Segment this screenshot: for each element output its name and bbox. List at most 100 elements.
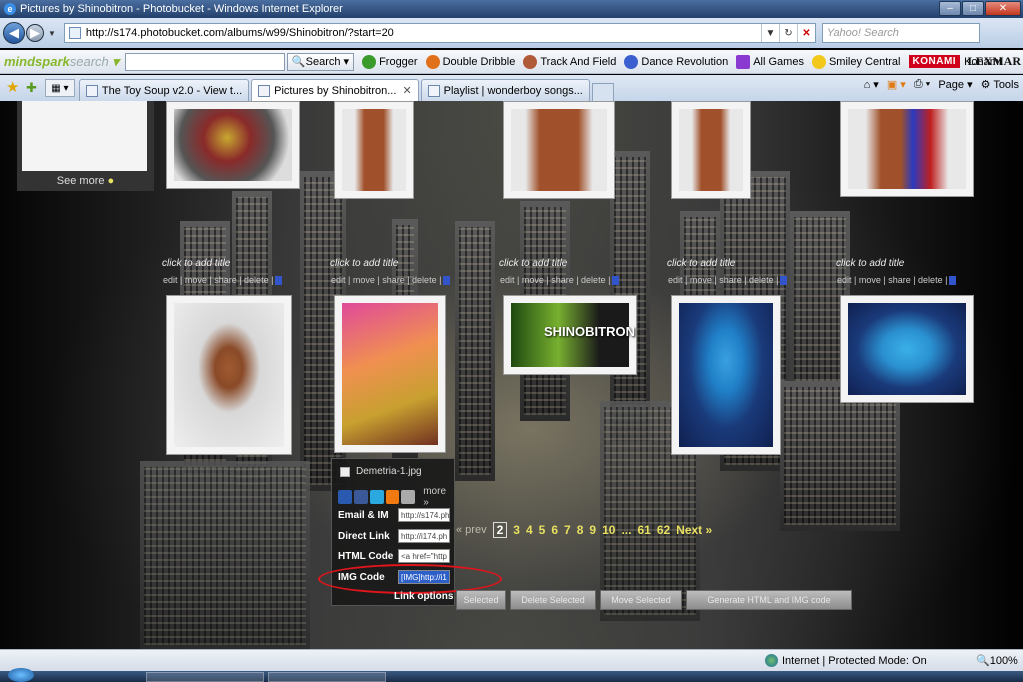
select-checkbox[interactable]: [340, 466, 350, 477]
photo-actions[interactable]: edit | move | share | delete |: [837, 275, 957, 286]
info-icon[interactable]: [612, 276, 620, 286]
toolbar-link-frogger[interactable]: Frogger: [362, 54, 418, 69]
close-tab-icon[interactable]: ✕: [402, 84, 411, 97]
photo-caption[interactable]: click to add title: [330, 258, 398, 269]
photo-thumbnail[interactable]: [840, 101, 974, 197]
info-icon[interactable]: [275, 276, 283, 286]
page-link[interactable]: 8: [577, 523, 584, 537]
photo-image: [174, 303, 284, 447]
twitter-icon[interactable]: [369, 490, 384, 504]
page-link[interactable]: 6: [551, 523, 558, 537]
zoom-level[interactable]: 🔍100%: [976, 654, 1018, 667]
photo-thumbnail[interactable]: [166, 101, 300, 189]
share-icons: more »: [338, 486, 454, 508]
forward-button[interactable]: ▶: [26, 24, 44, 42]
photo-thumbnail[interactable]: [671, 295, 781, 455]
info-icon[interactable]: [780, 276, 788, 286]
direct-link-field[interactable]: http://i174.ph: [398, 529, 450, 543]
security-zone[interactable]: Internet | Protected Mode: On: [765, 654, 927, 667]
page-link[interactable]: 9: [589, 523, 596, 537]
prev-page-link[interactable]: « prev: [456, 524, 487, 536]
next-page-link[interactable]: Next »: [676, 523, 712, 537]
building: [140, 461, 310, 649]
select-selected-button[interactable]: Selected: [456, 590, 506, 610]
page-link[interactable]: 62: [657, 523, 670, 537]
facebook-icon[interactable]: [353, 490, 368, 504]
info-icon[interactable]: [949, 276, 957, 286]
page-link[interactable]: 10: [602, 523, 615, 537]
photo-caption[interactable]: click to add title: [667, 258, 735, 269]
photo-caption[interactable]: click to add title: [836, 258, 904, 269]
toolbar-link-double-dribble[interactable]: Double Dribble: [425, 54, 515, 69]
blogger-icon[interactable]: [385, 490, 400, 504]
tab-photobucket[interactable]: Pictures by Shinobitron... ✕: [251, 79, 419, 101]
page-menu[interactable]: Page ▾: [938, 78, 972, 91]
mindspark-search-input[interactable]: [124, 52, 285, 71]
minimize-button[interactable]: –: [939, 1, 961, 16]
generate-html-img-button[interactable]: Generate HTML and IMG code: [686, 590, 852, 610]
tab-playlist[interactable]: Playlist | wonderboy songs...: [420, 79, 590, 101]
yahoo-search-input[interactable]: Yahoo! Search: [821, 23, 980, 43]
page-link[interactable]: 5: [539, 523, 546, 537]
delete-selected-button[interactable]: Delete Selected: [510, 590, 596, 610]
photo-actions[interactable]: edit | move | share | delete |: [163, 275, 283, 286]
close-window-button[interactable]: ✕: [985, 1, 1021, 16]
toolbar-link-track-and-field[interactable]: Track And Field: [523, 54, 616, 69]
lexmark-logo[interactable]: LEXMAR: [968, 54, 1021, 69]
start-button[interactable]: [8, 668, 34, 682]
photo-thumbnail[interactable]: SHINOBITRON: [503, 295, 637, 375]
address-dropdown-icon[interactable]: ▼: [760, 24, 779, 42]
email-icon[interactable]: [401, 490, 416, 504]
toolbar-link-dance-revolution[interactable]: Dance Revolution: [624, 54, 728, 69]
more-share-link[interactable]: more »: [423, 486, 454, 508]
photo-thumbnail[interactable]: [334, 101, 414, 199]
html-code-field[interactable]: <a href="http: [398, 549, 450, 563]
page-link[interactable]: 4: [526, 523, 533, 537]
frog-icon: [362, 54, 377, 69]
feeds-icon[interactable]: ▣ ▾: [887, 78, 906, 91]
page-link[interactable]: 7: [564, 523, 571, 537]
toolbar-link-smiley-central[interactable]: Smiley Central: [811, 54, 901, 69]
new-tab-button[interactable]: [591, 83, 614, 101]
taskbar-item[interactable]: [268, 672, 386, 682]
email-im-field[interactable]: http://s174.ph: [398, 508, 450, 522]
maximize-button[interactable]: □: [962, 1, 984, 16]
photo-thumbnail[interactable]: [503, 101, 615, 199]
page-link[interactable]: 3: [513, 523, 520, 537]
photo-actions[interactable]: edit | move | share | delete |: [331, 275, 451, 286]
tools-menu[interactable]: ⚙ Tools: [981, 78, 1019, 91]
page-link[interactable]: 61: [637, 523, 650, 537]
photo-thumbnail[interactable]: [671, 101, 751, 199]
history-dropdown-icon[interactable]: ▼: [48, 29, 56, 38]
see-more-link[interactable]: See more ●: [17, 175, 154, 187]
tab-toy-soup[interactable]: The Toy Soup v2.0 - View t...: [78, 79, 250, 101]
add-favorites-icon[interactable]: ✚: [26, 80, 37, 96]
refresh-icon[interactable]: ↻: [778, 24, 797, 42]
globe-icon: [765, 654, 778, 667]
photo-thumbnail[interactable]: [334, 295, 446, 453]
quick-tabs-button[interactable]: ▦ ▾: [44, 79, 75, 97]
mindspark-search-button[interactable]: 🔍 Search ▾: [286, 52, 355, 71]
move-selected-button[interactable]: Move Selected: [600, 590, 682, 610]
photo-image: [511, 109, 607, 191]
photo-thumbnail[interactable]: [166, 295, 292, 455]
info-icon[interactable]: [443, 276, 451, 286]
home-icon[interactable]: ⌂ ▾: [864, 78, 879, 91]
back-button[interactable]: ◀: [3, 22, 25, 44]
address-field[interactable]: http://s174.photobucket.com/albums/w99/S…: [63, 23, 816, 43]
tab-page-icon: [85, 84, 98, 97]
myspace-icon[interactable]: [338, 490, 352, 504]
photo-actions[interactable]: edit | move | share | delete |: [500, 275, 620, 286]
link-options-link[interactable]: Link options: [394, 591, 453, 602]
favorites-star-icon[interactable]: ★: [6, 80, 22, 96]
photo-actions[interactable]: edit | move | share | delete |: [668, 275, 788, 286]
photo-caption[interactable]: click to add title: [162, 258, 230, 269]
stop-icon[interactable]: ✕: [796, 24, 815, 42]
taskbar-item[interactable]: [146, 672, 264, 682]
photo-caption[interactable]: click to add title: [499, 258, 567, 269]
mindspark-toolbar: mindsparksearch ▾ 🔍 Search ▾ Frogger Doub…: [0, 50, 1023, 74]
window-title: Pictures by Shinobitron - Photobucket - …: [20, 3, 343, 15]
toolbar-link-all-games[interactable]: All Games: [736, 54, 804, 69]
photo-thumbnail[interactable]: [840, 295, 974, 403]
print-icon[interactable]: ⎙ ▾: [914, 78, 930, 91]
